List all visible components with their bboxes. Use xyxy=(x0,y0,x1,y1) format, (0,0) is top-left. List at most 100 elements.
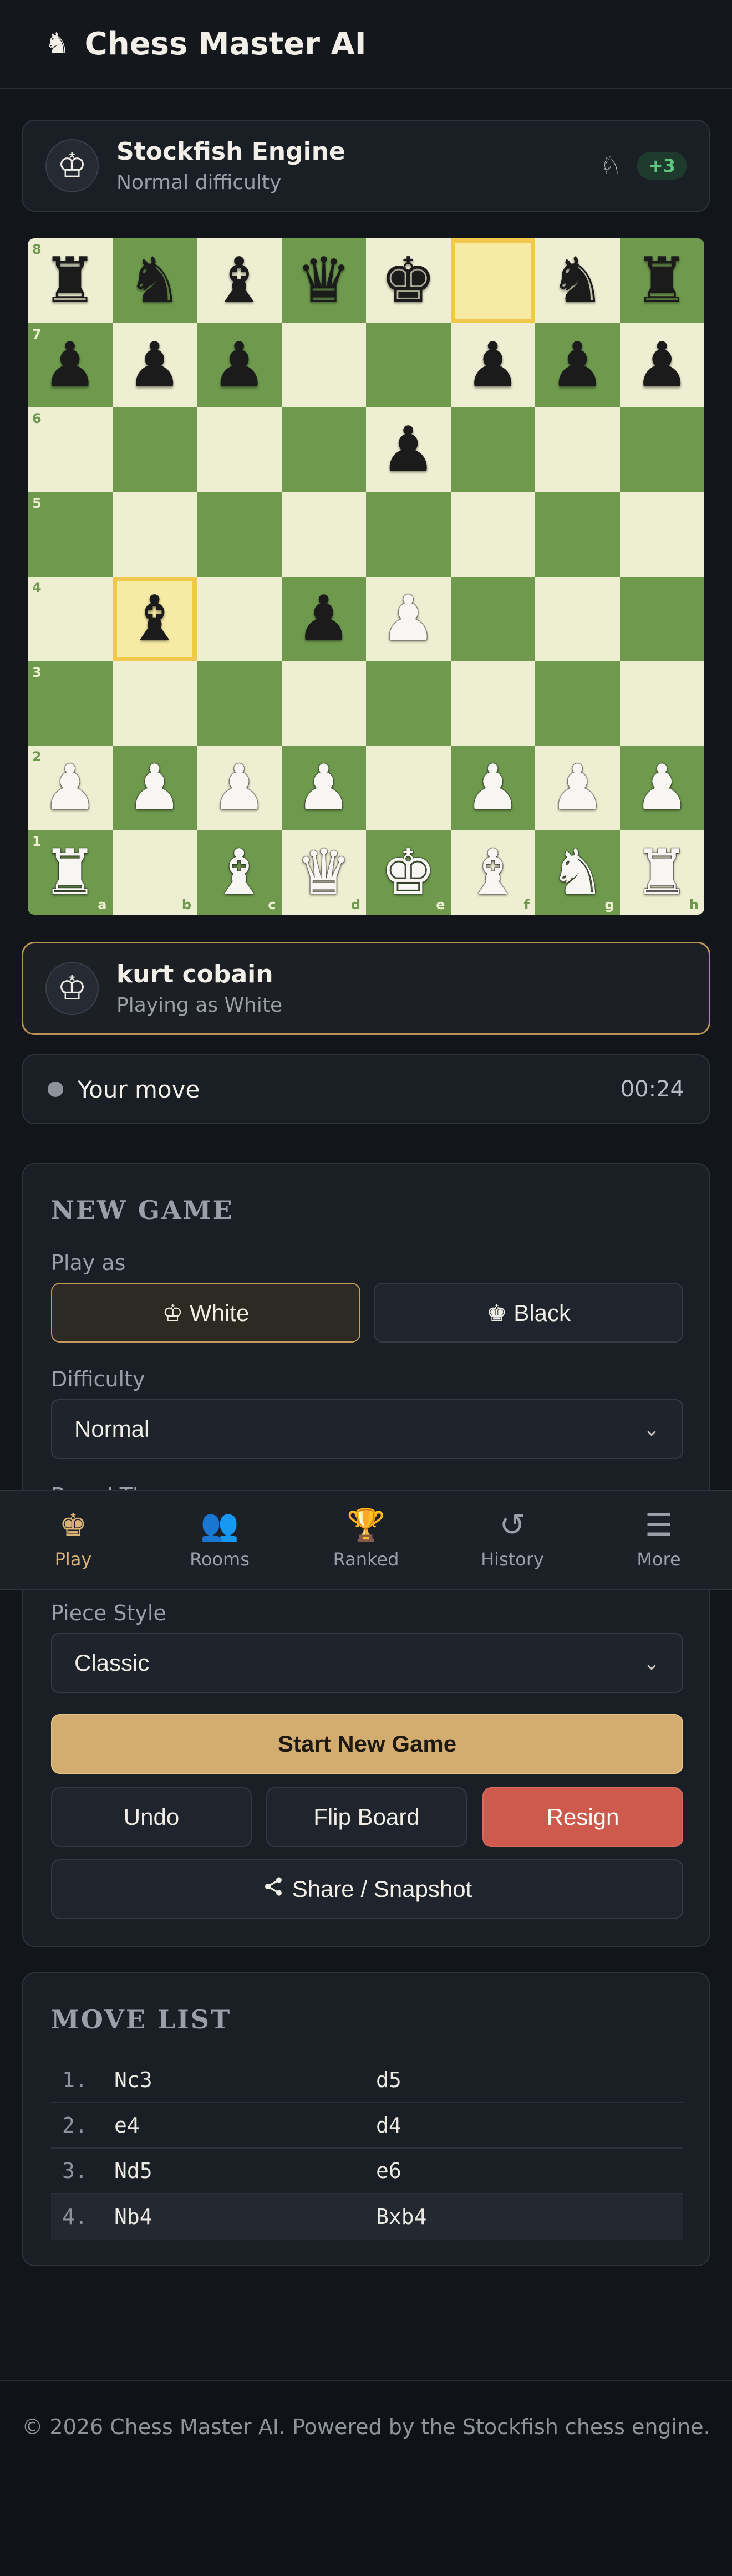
square-b2[interactable]: ♟ xyxy=(112,746,197,830)
square-b7[interactable]: ♟ xyxy=(112,323,197,407)
square-g8[interactable]: ♞ xyxy=(535,238,620,323)
black-pawn-icon[interactable]: ♟ xyxy=(465,334,521,396)
square-h2[interactable]: ♟ xyxy=(619,746,704,830)
square-b1[interactable]: b xyxy=(112,830,197,915)
resign-button[interactable]: Resign xyxy=(482,1787,683,1847)
square-h6[interactable] xyxy=(619,407,704,492)
black-knight-icon[interactable]: ♞ xyxy=(127,249,182,312)
white-pawn-icon[interactable]: ♟ xyxy=(211,757,267,819)
square-b5[interactable] xyxy=(112,492,197,577)
play-white-button[interactable]: ♔ White xyxy=(51,1283,360,1343)
square-f3[interactable] xyxy=(450,661,535,746)
square-c1[interactable]: c ♝ xyxy=(197,830,282,915)
black-bishop-icon[interactable]: ♝ xyxy=(127,588,182,650)
square-b4[interactable]: ♝ xyxy=(112,577,197,661)
square-e4[interactable]: ♟ xyxy=(366,577,451,661)
black-pawn-icon[interactable]: ♟ xyxy=(127,334,182,396)
square-c7[interactable]: ♟ xyxy=(197,323,282,407)
square-h1[interactable]: h ♜ xyxy=(619,830,704,915)
square-a5[interactable]: 5 xyxy=(28,492,113,577)
move-row[interactable]: 3. Nd5 e6 xyxy=(51,2149,683,2194)
nav-more[interactable]: ☰ More xyxy=(586,1491,732,1589)
black-pawn-icon[interactable]: ♟ xyxy=(550,334,605,396)
square-d8[interactable]: ♛ xyxy=(281,238,366,323)
square-g5[interactable] xyxy=(535,492,620,577)
black-knight-icon[interactable]: ♞ xyxy=(550,249,605,312)
square-h5[interactable] xyxy=(619,492,704,577)
square-f5[interactable] xyxy=(450,492,535,577)
black-rook-icon[interactable]: ♜ xyxy=(42,249,98,312)
square-f6[interactable] xyxy=(450,407,535,492)
square-d5[interactable] xyxy=(281,492,366,577)
square-g2[interactable]: ♟ xyxy=(535,746,620,830)
white-pawn-icon[interactable]: ♟ xyxy=(465,757,521,819)
square-e5[interactable] xyxy=(366,492,451,577)
square-a1[interactable]: 1 a ♜ xyxy=(28,830,113,915)
white-pawn-icon[interactable]: ♟ xyxy=(296,757,352,819)
square-h8[interactable]: ♜ xyxy=(619,238,704,323)
black-pawn-icon[interactable]: ♟ xyxy=(296,588,352,650)
square-h7[interactable]: ♟ xyxy=(619,323,704,407)
square-h4[interactable] xyxy=(619,577,704,661)
black-pawn-icon[interactable]: ♟ xyxy=(42,334,98,396)
square-a6[interactable]: 6 xyxy=(28,407,113,492)
nav-rooms[interactable]: 👥 Rooms xyxy=(146,1491,293,1589)
square-e6[interactable]: ♟ xyxy=(366,407,451,492)
black-rook-icon[interactable]: ♜ xyxy=(634,249,690,312)
square-f8[interactable] xyxy=(450,238,535,323)
white-pawn-icon[interactable]: ♟ xyxy=(380,588,436,650)
square-g3[interactable] xyxy=(535,661,620,746)
black-pawn-icon[interactable]: ♟ xyxy=(211,334,267,396)
square-d4[interactable]: ♟ xyxy=(281,577,366,661)
nav-play[interactable]: ♚ Play xyxy=(0,1491,146,1589)
square-f7[interactable]: ♟ xyxy=(450,323,535,407)
square-b6[interactable] xyxy=(112,407,197,492)
square-e1[interactable]: e ♚ xyxy=(366,830,451,915)
square-a2[interactable]: 2 ♟ xyxy=(28,746,113,830)
white-pawn-icon[interactable]: ♟ xyxy=(127,757,182,819)
white-pawn-icon[interactable]: ♟ xyxy=(634,757,690,819)
square-f1[interactable]: f ♝ xyxy=(450,830,535,915)
nav-ranked[interactable]: 🏆 Ranked xyxy=(293,1491,439,1589)
square-h3[interactable] xyxy=(619,661,704,746)
play-black-button[interactable]: ♚ Black xyxy=(374,1283,683,1343)
flip-board-button[interactable]: Flip Board xyxy=(266,1787,467,1847)
square-f4[interactable] xyxy=(450,577,535,661)
black-king-icon[interactable]: ♚ xyxy=(380,249,436,312)
square-d3[interactable] xyxy=(281,661,366,746)
white-bishop-icon[interactable]: ♝ xyxy=(211,841,267,904)
chess-board[interactable]: 8 ♜ ♞ ♝ ♛ ♚ ♞ ♜ 7 ♟ ♟ ♟ ♟ ♟ ♟ 6 ♟ 5 4 ♝ ♟ ♟ 3 2 ♟ ♟ ♟ ♟ ♟ ♟ ♟ 1 a ♜ b c ♝ d ♛ e… xyxy=(28,238,704,915)
square-d6[interactable] xyxy=(281,407,366,492)
square-c3[interactable] xyxy=(197,661,282,746)
square-e2[interactable] xyxy=(366,746,451,830)
white-queen-icon[interactable]: ♛ xyxy=(296,841,352,904)
square-g4[interactable] xyxy=(535,577,620,661)
square-d1[interactable]: d ♛ xyxy=(281,830,366,915)
square-d7[interactable] xyxy=(281,323,366,407)
square-f2[interactable]: ♟ xyxy=(450,746,535,830)
white-pawn-icon[interactable]: ♟ xyxy=(550,757,605,819)
black-pawn-icon[interactable]: ♟ xyxy=(380,419,436,481)
square-e8[interactable]: ♚ xyxy=(366,238,451,323)
square-b8[interactable]: ♞ xyxy=(112,238,197,323)
square-c2[interactable]: ♟ xyxy=(197,746,282,830)
square-g1[interactable]: g ♞ xyxy=(535,830,620,915)
square-a7[interactable]: 7 ♟ xyxy=(28,323,113,407)
piece-style-select[interactable]: Classic ⌄ xyxy=(51,1633,683,1693)
nav-history[interactable]: ↺ History xyxy=(439,1491,586,1589)
square-g7[interactable]: ♟ xyxy=(535,323,620,407)
square-a4[interactable]: 4 xyxy=(28,577,113,661)
square-e7[interactable] xyxy=(366,323,451,407)
white-rook-icon[interactable]: ♜ xyxy=(634,841,690,904)
share-snapshot-button[interactable]: Share / Snapshot xyxy=(51,1859,683,1919)
start-new-game-button[interactable]: Start New Game xyxy=(51,1714,683,1774)
square-b3[interactable] xyxy=(112,661,197,746)
move-row[interactable]: 4. Nb4 Bxb4 xyxy=(51,2194,683,2240)
white-pawn-icon[interactable]: ♟ xyxy=(42,757,98,819)
black-queen-icon[interactable]: ♛ xyxy=(296,249,352,312)
undo-button[interactable]: Undo xyxy=(51,1787,252,1847)
difficulty-select[interactable]: Normal ⌄ xyxy=(51,1399,683,1459)
white-bishop-icon[interactable]: ♝ xyxy=(465,841,521,904)
move-row[interactable]: 2. e4 d4 xyxy=(51,2103,683,2149)
black-bishop-icon[interactable]: ♝ xyxy=(211,249,267,312)
